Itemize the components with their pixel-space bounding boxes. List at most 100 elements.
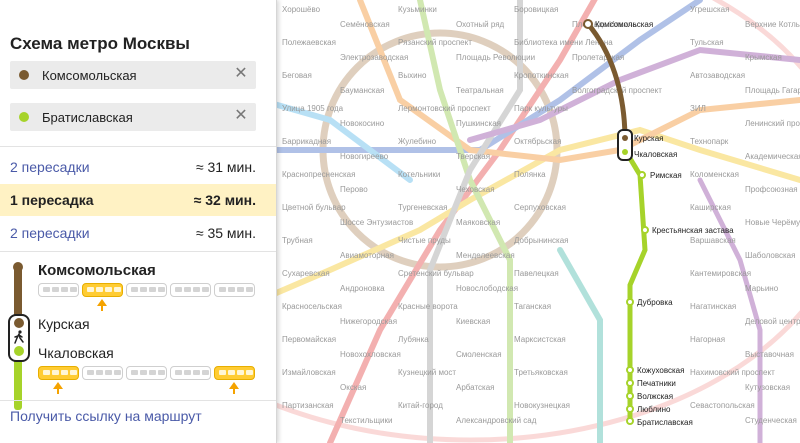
label-kozhukhovskaya[interactable]: Кожуховская: [637, 366, 684, 375]
station-label[interactable]: Деловой центр: [745, 317, 800, 326]
station-label[interactable]: Добрынинская: [514, 236, 569, 245]
station-label[interactable]: Бауманская: [340, 86, 384, 95]
label-komsomolskaya[interactable]: Комсомольская: [595, 20, 653, 29]
station-label[interactable]: Баррикадная: [282, 137, 331, 146]
station-label[interactable]: Технопарк: [690, 137, 729, 146]
station-label[interactable]: Выставочная: [745, 350, 794, 359]
label-lyublino[interactable]: Люблино: [637, 405, 671, 414]
from-station-field[interactable]: Комсомольская ✕: [10, 61, 256, 89]
station-label[interactable]: Студенческая: [745, 416, 797, 425]
station-label[interactable]: Полянка: [514, 170, 546, 179]
station-label[interactable]: Нагорная: [690, 335, 725, 344]
station-label[interactable]: Тверская: [456, 152, 490, 161]
station-label[interactable]: Тульская: [690, 38, 724, 47]
station-label[interactable]: Третьяковская: [514, 368, 568, 377]
dubrovka-dot[interactable]: [626, 298, 634, 306]
volzhskaya-dot[interactable]: [626, 392, 634, 400]
station-label[interactable]: Кропоткинская: [514, 71, 569, 80]
station-label[interactable]: Авиамоторная: [340, 251, 394, 260]
station-label[interactable]: Новохохловская: [340, 350, 401, 359]
komsomolskaya-dot[interactable]: [583, 19, 593, 29]
station-label[interactable]: Кантемировская: [690, 269, 751, 278]
station-label[interactable]: Александровский сад: [456, 416, 537, 425]
station-label[interactable]: Полежаевская: [282, 38, 336, 47]
station-label[interactable]: Варшавская: [690, 236, 736, 245]
transfer-node[interactable]: [617, 129, 633, 161]
station-label[interactable]: Улица 1905 года: [282, 104, 344, 113]
station-label[interactable]: Маяковская: [456, 218, 500, 227]
station-label[interactable]: Серпуховская: [514, 203, 566, 212]
station-label[interactable]: Лермонтовский проспект: [398, 104, 491, 113]
station-label[interactable]: Текстильщики: [340, 416, 392, 425]
station-label[interactable]: Киевская: [456, 317, 490, 326]
krestyanskaya-dot[interactable]: [641, 226, 649, 234]
route-option-3[interactable]: 2 пересадки ≈ 35 мин.: [0, 217, 276, 249]
station-label[interactable]: Нахимовский проспект: [690, 368, 775, 377]
label-krestyanskaya[interactable]: Крестьянская застава: [652, 226, 734, 235]
to-station-field[interactable]: Братиславская ✕: [10, 103, 256, 131]
station-label[interactable]: Каширская: [690, 203, 731, 212]
station-label[interactable]: Шаболовская: [745, 251, 795, 260]
station-label[interactable]: Площадь Революции: [456, 53, 535, 62]
station-label[interactable]: Театральная: [456, 86, 504, 95]
route-option-2[interactable]: 1 пересадка ≈ 32 мин.: [0, 184, 276, 216]
station-label[interactable]: Павелецкая: [514, 269, 559, 278]
station-label[interactable]: Рязанский проспект: [398, 38, 472, 47]
label-volzhskaya[interactable]: Волжская: [637, 392, 673, 401]
label-bratislavskaya[interactable]: Братиславская: [637, 418, 693, 427]
station-label[interactable]: Профсоюзная: [745, 185, 798, 194]
station-label[interactable]: Цветной бульвар: [282, 203, 346, 212]
station-label[interactable]: Окская: [340, 383, 366, 392]
close-icon[interactable]: ✕: [232, 65, 250, 83]
station-label[interactable]: Верхние Котлы: [745, 20, 800, 29]
station-label[interactable]: Новые Черёмушки: [745, 218, 800, 227]
station-label[interactable]: Жулебино: [398, 137, 437, 146]
station-label[interactable]: Марксистская: [514, 335, 566, 344]
station-label[interactable]: Марьино: [745, 284, 779, 293]
get-route-link[interactable]: Получить ссылку на маршрут: [10, 408, 202, 424]
station-label[interactable]: Таганская: [514, 302, 551, 311]
station-label[interactable]: Выхино: [398, 71, 427, 80]
station-label[interactable]: Тургеневская: [398, 203, 447, 212]
label-chkalovskaya[interactable]: Чкаловская: [634, 150, 677, 159]
station-label[interactable]: Пролетарская: [572, 53, 624, 62]
label-rimskaya[interactable]: Римская: [650, 171, 682, 180]
station-label[interactable]: Китай-город: [398, 401, 443, 410]
station-label[interactable]: Новокосино: [340, 119, 385, 128]
station-label[interactable]: Красносельская: [282, 302, 342, 311]
station-label[interactable]: Площадь Гагарина: [745, 86, 800, 95]
station-label[interactable]: Смоленская: [456, 350, 502, 359]
station-label[interactable]: Хорошёво: [282, 5, 321, 14]
station-label[interactable]: Менделеевская: [456, 251, 515, 260]
station-label[interactable]: Охотный ряд: [456, 20, 505, 29]
station-label[interactable]: Севастопольская: [690, 401, 755, 410]
station-label[interactable]: Ленинский проспект: [745, 119, 800, 128]
station-label[interactable]: Нагатинская: [690, 302, 736, 311]
station-label[interactable]: Шоссе Энтузиастов: [340, 218, 413, 227]
station-label[interactable]: Нижегородская: [340, 317, 397, 326]
station-label[interactable]: Перово: [340, 185, 368, 194]
label-kurskaya[interactable]: Курская: [634, 134, 663, 143]
station-label[interactable]: Краснопресненская: [282, 170, 355, 179]
station-label[interactable]: Трубная: [282, 236, 313, 245]
station-label[interactable]: ЗИЛ: [690, 104, 706, 113]
pechatniki-dot[interactable]: [626, 379, 634, 387]
close-icon[interactable]: ✕: [232, 107, 250, 125]
station-label[interactable]: Котельники: [398, 170, 440, 179]
kozhukhovskaya-dot[interactable]: [626, 366, 634, 374]
station-label[interactable]: Боровицкая: [514, 5, 558, 14]
station-label[interactable]: Крымская: [745, 53, 782, 62]
station-label[interactable]: Партизанская: [282, 401, 334, 410]
station-label[interactable]: Академическая: [745, 152, 800, 161]
station-label[interactable]: Автозаводская: [690, 71, 745, 80]
station-label[interactable]: Новогиреево: [340, 152, 389, 161]
station-label[interactable]: Новокузнецкая: [514, 401, 570, 410]
route-option-1[interactable]: 2 пересадки ≈ 31 мин.: [0, 151, 276, 183]
bratislavskaya-dot[interactable]: [626, 417, 634, 425]
station-label[interactable]: Чистые пруды: [398, 236, 451, 245]
station-label[interactable]: Измайловская: [282, 368, 336, 377]
station-label[interactable]: Парк культуры: [514, 104, 568, 113]
station-label[interactable]: Угрешская: [690, 5, 729, 14]
lyublino-dot[interactable]: [626, 405, 634, 413]
station-label[interactable]: Арбатская: [456, 383, 495, 392]
